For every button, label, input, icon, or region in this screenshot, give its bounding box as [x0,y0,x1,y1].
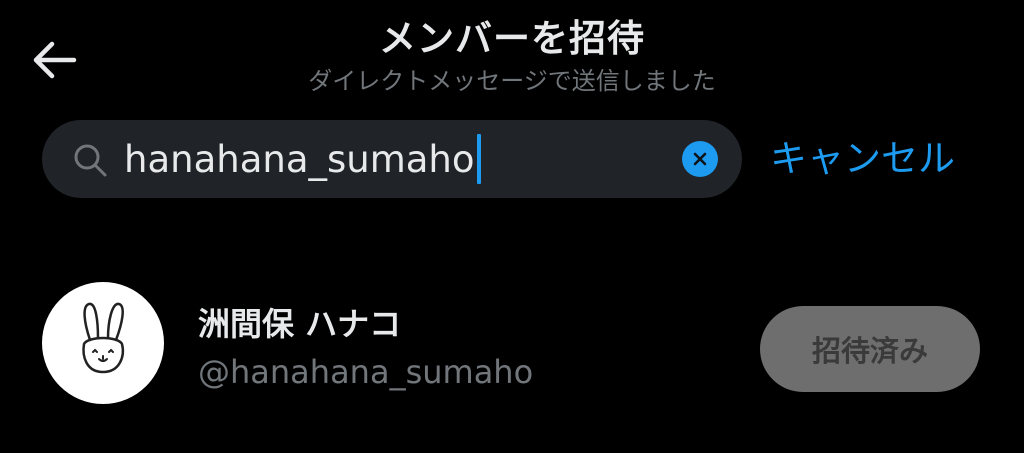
user-display-name: 洲間保 ハナコ [198,305,402,343]
invite-members-screen: メンバーを招待 ダイレクトメッセージで送信しました hanahana_sumah… [0,0,1024,453]
page-subtitle: ダイレクトメッセージで送信しました [308,67,716,95]
user-handle: @hanahana_sumaho [198,353,534,391]
search-input-value: hanahana_sumaho [124,137,475,181]
clear-icon [693,152,707,166]
search-icon [74,144,107,177]
page-title: メンバーを招待 [379,17,645,60]
text-caret [476,134,481,184]
header: メンバーを招待 ダイレクトメッセージで送信しました [120,12,904,98]
search-bar[interactable]: hanahana_sumaho [42,120,742,198]
cancel-button[interactable]: キャンセル [770,134,955,184]
back-button[interactable] [24,30,84,90]
clear-search-button[interactable] [682,141,718,177]
rabbit-drawing-icon [82,302,124,374]
invited-button[interactable]: 招待済み [760,306,980,392]
user-result-row[interactable]: 洲間保 ハナコ @hanahana_sumaho 招待済み [0,270,1024,420]
search-input[interactable]: hanahana_sumaho [124,134,481,184]
avatar [42,282,164,404]
arrow-left-icon [33,41,77,79]
